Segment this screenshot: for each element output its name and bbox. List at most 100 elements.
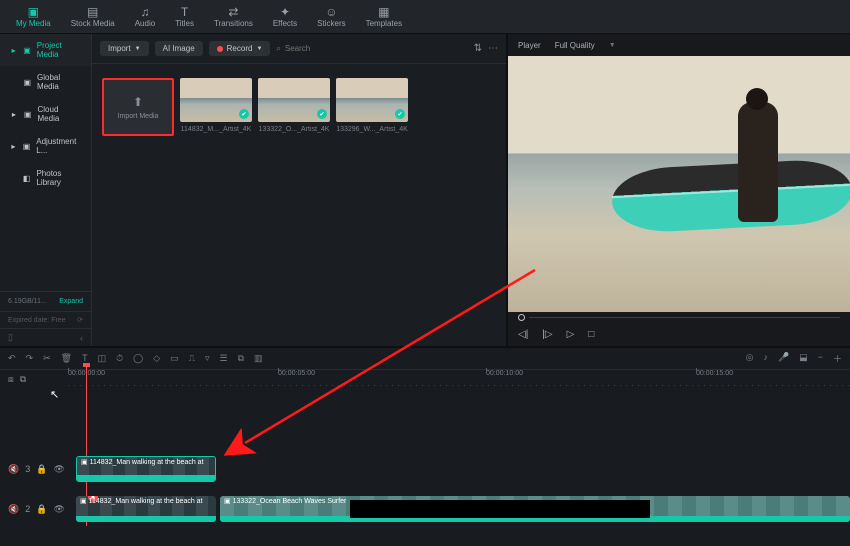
tag-icon[interactable]: ▯ <box>8 332 13 343</box>
marker-button[interactable]: ▿ <box>205 353 210 364</box>
mute-icon[interactable]: 🔇 <box>8 464 19 475</box>
tab-stock-media[interactable]: ▤Stock Media <box>61 4 125 30</box>
tab-transitions[interactable]: ⇄Transitions <box>204 4 263 30</box>
video-clip[interactable]: ▣133322_Ocean Beach Waves Surfer <box>220 496 850 522</box>
keyframe-button[interactable]: ◇ <box>153 353 160 364</box>
media-panel: ▸ ▣ Project Media ▣ Global Media ▸ ▣ Clo… <box>0 34 508 346</box>
more-icon[interactable]: ⋯ <box>488 43 498 54</box>
titles-icon: T <box>181 6 188 18</box>
color-button[interactable]: ◯ <box>133 353 143 364</box>
folder-icon: ▣ <box>23 78 31 87</box>
stock-media-icon: ▤ <box>87 6 98 18</box>
sidebar-item-adjustment[interactable]: ▸ ▣ Adjustment L... <box>0 130 91 162</box>
preview-tab[interactable]: Player <box>518 41 541 50</box>
speed-button[interactable]: ⏱ <box>116 353 123 364</box>
tab-label: Titles <box>175 19 194 28</box>
search-icon: ⌕ <box>276 44 280 54</box>
group-button[interactable]: ▥ <box>254 353 263 364</box>
ai-image-button[interactable]: AI Image <box>155 41 203 56</box>
import-button[interactable]: Import▼ <box>100 41 149 56</box>
expand-link[interactable]: Expand <box>59 298 83 305</box>
tab-label: Transitions <box>214 19 253 28</box>
video-clip[interactable]: ▣114832_Man walking at the beach at <box>76 456 216 482</box>
clip-icon: ▣ <box>81 458 88 466</box>
media-thumb[interactable]: ✔ 133322_O..._Artist_4K <box>262 78 326 136</box>
tab-templates[interactable]: ▦Templates <box>356 4 412 30</box>
filter-icon[interactable]: ⇅ <box>474 43 482 54</box>
tab-label: Templates <box>366 19 402 28</box>
transitions-icon: ⇄ <box>228 6 238 18</box>
undo-button[interactable]: ↶ <box>8 353 16 364</box>
media-thumb[interactable]: ✔ 114832_M..._Artist_4K <box>184 78 248 136</box>
cut-button[interactable]: ✂ <box>43 353 51 364</box>
folder-icon: ▣ <box>23 142 31 151</box>
sidebar-item-project-media[interactable]: ▸ ▣ Project Media <box>0 34 91 66</box>
preview-canvas[interactable] <box>508 56 850 312</box>
record-label: Record <box>227 44 253 53</box>
thumbnail-grid: ⬆ Import Media ✔ 114832_M..._Artist_4K ✔… <box>92 64 506 150</box>
track-3: 🔇 3 🔒 👁 ▣114832_Man walking at the beach… <box>0 454 850 484</box>
refresh-icon[interactable]: ⟳ <box>77 316 83 324</box>
chevron-left-icon[interactable]: ‹ <box>80 333 83 343</box>
media-thumb[interactable]: ✔ 133296_W..._Artist_4K <box>340 78 404 136</box>
mask-button[interactable]: ▭ <box>170 353 179 364</box>
storage-bar: 6.19GB/11... Expand <box>0 291 91 311</box>
thumb-label: 133296_W..._Artist_4K <box>336 126 408 133</box>
timeline-ruler[interactable]: 00:00:00:00 00:00:05:00 00:00:10:00 00:0… <box>68 370 850 388</box>
storage-expired-label: Expired date: Free <box>8 317 66 324</box>
prev-frame-button[interactable]: ◁| <box>518 329 528 340</box>
eye-icon[interactable]: 👁 <box>53 504 64 515</box>
video-clip[interactable]: ▣114832_Man walking at the beach at ✖ <box>76 496 216 522</box>
clip-label: 133322_Ocean Beach Waves Surfer <box>233 498 347 505</box>
tab-audio[interactable]: ♫Audio <box>125 4 165 30</box>
playhead-dot-icon[interactable] <box>518 314 525 321</box>
folder-icon: ▣ <box>24 110 32 119</box>
next-frame-button[interactable]: |▷ <box>542 329 552 340</box>
render-button[interactable]: ⬓ <box>799 352 808 365</box>
tab-stickers[interactable]: ☺Stickers <box>307 4 355 30</box>
import-media-card[interactable]: ⬆ Import Media <box>106 78 170 136</box>
zoom-out-button[interactable]: − <box>818 352 823 365</box>
clip-label: 114832_Man walking at the beach at <box>89 498 203 505</box>
clip-icon: ▣ <box>224 497 231 505</box>
link-button[interactable]: ⧉ <box>238 353 244 364</box>
top-nav: ▣My Media ▤Stock Media ♫Audio TTitles ⇄T… <box>0 0 850 34</box>
lock-icon[interactable]: 🔒 <box>36 504 47 515</box>
voiceover-button[interactable]: 🎤 <box>778 352 789 365</box>
mute-icon[interactable]: 🔇 <box>8 504 19 515</box>
sidebar-item-global-media[interactable]: ▣ Global Media <box>0 66 91 98</box>
redo-button[interactable]: ↷ <box>26 353 34 364</box>
tab-label: Stickers <box>317 19 345 28</box>
templates-icon: ▦ <box>378 6 389 18</box>
play-button[interactable]: ▷ <box>567 329 575 340</box>
quality-select[interactable]: Full Quality <box>555 41 595 50</box>
tab-my-media[interactable]: ▣My Media <box>6 4 61 30</box>
lock-icon[interactable]: 🔒 <box>36 464 47 475</box>
search-wrap: ⌕ <box>276 44 467 54</box>
search-input[interactable] <box>285 44 405 53</box>
ruler-tick: 00:00:05:00 <box>278 370 315 377</box>
split-button[interactable]: ⎍ <box>189 353 195 364</box>
timeline-tracks: 🔇 3 🔒 👁 ▣114832_Man walking at the beach… <box>0 402 850 546</box>
zoom-in-button[interactable]: ＋ <box>833 352 842 365</box>
mixer-button[interactable]: ♪ <box>763 352 768 365</box>
link-toggle-icon[interactable]: ⧉ <box>20 374 26 385</box>
sidebar-item-photos-library[interactable]: ◧ Photos Library <box>0 162 91 194</box>
photo-icon: ◧ <box>23 174 31 183</box>
track-2: 🔇 2 🔒 👁 ▣114832_Man walking at the beach… <box>0 494 850 524</box>
record-button[interactable]: Record▼ <box>209 41 271 56</box>
import-icon: ⬆ <box>133 95 143 109</box>
record-dot-icon <box>217 46 223 52</box>
snapshot-button[interactable]: ◎ <box>746 352 754 365</box>
sidebar-item-cloud-media[interactable]: ▸ ▣ Cloud Media <box>0 98 91 130</box>
tab-titles[interactable]: TTitles <box>165 4 204 30</box>
magnet-icon[interactable]: ⧈ <box>8 374 14 385</box>
chevron-down-icon[interactable]: ▼ <box>609 42 616 49</box>
adjust-button[interactable]: ☰ <box>219 353 227 364</box>
delete-button[interactable]: 🗑 <box>61 353 72 364</box>
eye-icon[interactable]: 👁 <box>53 464 64 475</box>
sidebar-item-label: Cloud Media <box>38 105 82 123</box>
stop-button[interactable]: □ <box>588 329 594 340</box>
crop-button[interactable]: ◫ <box>98 353 107 364</box>
tab-effects[interactable]: ✦Effects <box>263 4 307 30</box>
